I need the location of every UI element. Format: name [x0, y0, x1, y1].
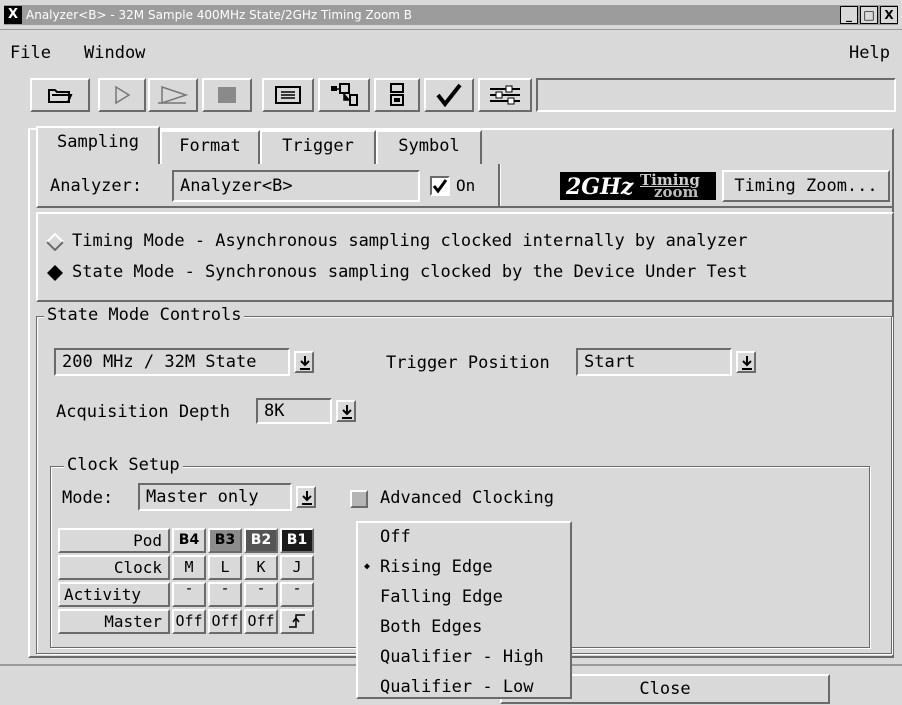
state-controls-title: State Mode Controls [44, 305, 245, 325]
window-title: Analyzer<B> - 32M Sample 400MHz State/2G… [26, 8, 413, 22]
analyzer-name-field[interactable]: Analyzer<B> [172, 170, 420, 202]
status-field [536, 78, 896, 112]
dropdown-arrow-icon [342, 405, 352, 419]
timing-mode-label[interactable]: Timing Mode - Asynchronous sampling cloc… [72, 231, 748, 251]
on-label: On [456, 176, 476, 195]
logo-zoom: zoom [654, 183, 699, 201]
menu-bar: File Window Help [0, 31, 902, 69]
selected-bullet-icon: ◆ [364, 561, 371, 572]
pod-b2: B2 [244, 528, 278, 553]
acquisition-depth-dropdown-button[interactable] [336, 400, 356, 422]
properties-button[interactable] [374, 78, 420, 112]
master-j-button[interactable] [280, 609, 314, 634]
trigger-position-select[interactable]: Start [576, 348, 732, 376]
timing-zoom-button[interactable]: Timing Zoom... [722, 170, 890, 202]
dropdown-arrow-icon [302, 491, 312, 505]
menu-item-rising-edge[interactable]: Rising Edge [380, 557, 493, 577]
tab-format[interactable]: Format [160, 130, 260, 164]
title-bar[interactable]: X Analyzer<B> - 32M Sample 400MHz State/… [0, 0, 902, 30]
clock-l: L [208, 555, 242, 580]
close-window-button[interactable]: X [880, 6, 898, 24]
properties-icon [390, 83, 404, 106]
master-m-button[interactable]: Off [172, 609, 206, 634]
edge-select-menu: Off ◆ Rising Edge Falling Edge Both Edge… [356, 521, 572, 699]
pod-b3: B3 [208, 528, 242, 553]
menu-window[interactable]: Window [84, 43, 145, 63]
row-header-activity: Activity [58, 582, 170, 607]
state-mode-label[interactable]: State Mode - Synchronous sampling clocke… [72, 262, 748, 282]
menu-help[interactable]: Help [849, 43, 890, 63]
row-header-master: Master [58, 609, 170, 634]
stop-button[interactable] [202, 78, 252, 112]
clock-mode-dropdown-button[interactable] [296, 486, 316, 508]
menu-item-off[interactable]: Off [380, 527, 411, 547]
open-folder-icon [48, 89, 73, 103]
row-header-clock: Clock [58, 555, 170, 580]
rising-edge-icon [289, 614, 305, 628]
activity-l: - [208, 581, 242, 607]
activity-j: - [280, 581, 314, 607]
tab-symbol[interactable]: Symbol [376, 130, 482, 164]
open-button[interactable] [30, 78, 90, 112]
advanced-clocking-checkbox[interactable] [350, 490, 368, 508]
logo-2ghz: 2GHz [566, 174, 634, 200]
activity-k: - [244, 581, 278, 607]
settings-icon [490, 85, 520, 105]
run-repetitive-icon [158, 85, 189, 105]
check-button[interactable] [424, 78, 474, 112]
analyzer-divider [498, 164, 500, 206]
toolbar [0, 72, 902, 118]
menu-file[interactable]: File [10, 43, 51, 63]
mode-selection-box [36, 212, 894, 302]
menu-item-falling-edge[interactable]: Falling Edge [380, 587, 503, 607]
run-button[interactable] [98, 78, 146, 112]
state-mode-radio[interactable] [46, 264, 64, 282]
timing-zoom-logo: 2GHz Timing zoom [560, 171, 716, 201]
clock-mode-label: Mode: [62, 488, 114, 508]
sampling-speed-select[interactable]: 200 MHz / 32M State [54, 348, 290, 376]
clock-k: K [244, 555, 278, 580]
window-menu-icon[interactable]: X [4, 6, 22, 24]
stop-icon [218, 87, 236, 103]
settings-button[interactable] [478, 78, 532, 112]
analyzer-label: Analyzer: [50, 176, 143, 196]
clock-mode-select[interactable]: Master only [138, 483, 292, 511]
on-checkbox[interactable] [430, 176, 450, 196]
checkmark-icon [432, 179, 448, 194]
pod-b1: B1 [280, 528, 314, 553]
tab-sampling[interactable]: Sampling [36, 126, 160, 164]
master-l-button[interactable]: Off [208, 609, 242, 634]
acquisition-depth-label: Acquisition Depth [56, 402, 230, 422]
maximize-button[interactable]: □ [860, 6, 878, 24]
acquisition-depth-select[interactable]: 8K [256, 398, 332, 424]
menu-item-both-edges[interactable]: Both Edges [380, 617, 482, 637]
overview-icon [331, 83, 358, 106]
trigger-position-dropdown-button[interactable] [736, 351, 756, 373]
row-header-pod: Pod [58, 528, 170, 553]
menu-item-qualifier-high[interactable]: Qualifier - High [380, 647, 544, 667]
run-repetitive-button[interactable] [148, 78, 198, 112]
advanced-clocking-label: Advanced Clocking [380, 488, 554, 508]
activity-m: - [172, 581, 206, 607]
menu-item-qualifier-low[interactable]: Qualifier - Low [380, 677, 534, 697]
speed-dropdown-button[interactable] [294, 351, 314, 373]
clock-m: M [172, 555, 206, 580]
run-icon [115, 85, 131, 105]
check-icon [436, 83, 462, 107]
listing-icon [275, 86, 301, 104]
master-k-button[interactable]: Off [244, 609, 278, 634]
minimize-button[interactable]: _ [840, 6, 858, 24]
listing-button[interactable] [262, 78, 314, 112]
overview-button[interactable] [318, 78, 370, 112]
tab-trigger[interactable]: Trigger [260, 130, 376, 164]
dropdown-arrow-icon [742, 356, 752, 370]
clock-j: J [280, 555, 314, 580]
trigger-position-label: Trigger Position [386, 353, 550, 373]
dropdown-arrow-icon [300, 356, 310, 370]
timing-mode-radio[interactable] [46, 233, 64, 251]
pod-b4: B4 [172, 528, 206, 553]
clock-setup-title: Clock Setup [64, 455, 183, 475]
